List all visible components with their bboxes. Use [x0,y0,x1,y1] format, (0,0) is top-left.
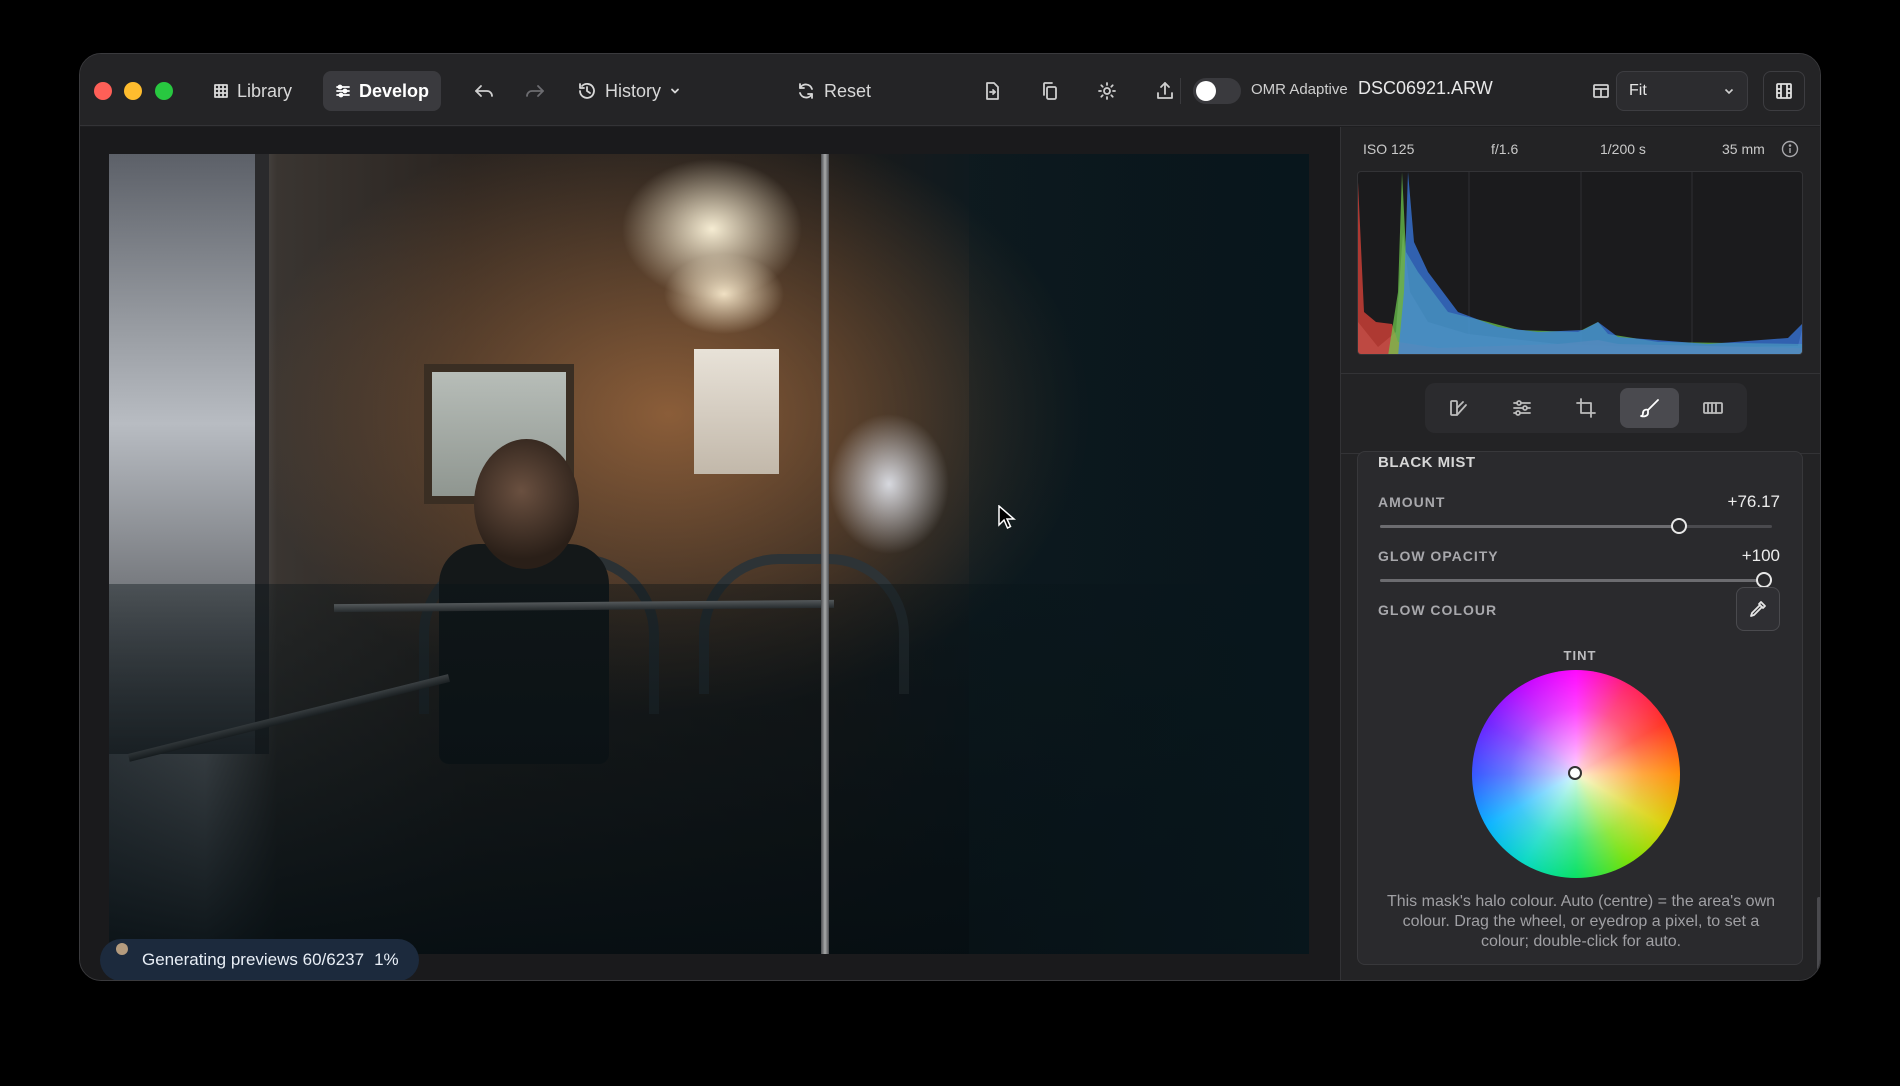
amount-value[interactable]: +76.17 [1728,492,1780,512]
film-frame-icon [1703,402,1724,414]
photo-poster [694,349,779,474]
redo-icon [526,85,544,97]
glow-opacity-slider-thumb[interactable] [1756,572,1772,588]
amount-slider-fill [1380,525,1679,528]
chevron-down-icon [1724,88,1734,95]
settings-button[interactable] [1087,71,1127,111]
panel-divider [1341,373,1820,374]
filmstrip-button[interactable] [1763,71,1805,111]
toggle-knob [1196,81,1216,101]
history-icon [579,83,595,99]
exif-shutter: 1/200 s [1600,141,1646,157]
toolbar: Library Develop History Reset OMR Adapti… [80,54,1820,126]
brush-icon [1639,399,1659,418]
exif-aperture: f/1.6 [1491,141,1519,157]
develop-tools [1425,383,1747,433]
crop-icon [1576,398,1596,418]
toolbar-divider [1180,78,1181,104]
glow-colour-help-text: This mask's halo colour. Auto (centre) =… [1386,893,1776,950]
develop-tab[interactable]: Develop [323,71,442,111]
share-icon [1157,82,1173,99]
crop-tool-button[interactable] [1556,388,1616,428]
file-import-icon [986,82,999,100]
minimize-window-button[interactable] [124,82,142,100]
tint-label: TINT [1563,648,1597,663]
history-button[interactable]: History [565,71,693,111]
zoom-select-value: Fit [1629,82,1647,99]
undo-icon [475,85,493,97]
split-view-icon [1593,84,1609,98]
amount-slider-thumb[interactable] [1670,518,1687,534]
progress-dot [116,943,128,955]
section-title: BLACK MIST [1378,454,1476,471]
histogram [1357,171,1803,355]
chevron-down-icon [671,88,679,94]
photo-pole [821,154,829,954]
presets-tool-button[interactable] [1429,388,1489,428]
film-strip-icon [1776,83,1792,99]
histogram-plot [1358,172,1802,354]
glow-opacity-label: GLOW OPACITY [1378,548,1499,564]
photo-preview[interactable] [109,154,1309,954]
app-window: Library Develop History Reset OMR Adapti… [79,53,1821,981]
exif-focal: 35 mm [1722,141,1765,157]
zoom-select[interactable]: Fit [1616,71,1748,111]
preview-progress-pill: Generating previews 60/6237 1% [100,939,419,980]
copy-button[interactable] [1030,71,1070,111]
reset-button[interactable]: Reset [784,71,883,111]
redo-button[interactable] [515,71,555,111]
import-button[interactable] [972,71,1012,111]
mouse-cursor-icon [998,504,1017,536]
omr-adaptive-toggle[interactable] [1193,78,1241,104]
progress-percent: 1% [374,950,399,969]
copy-icon [1043,82,1057,100]
presets-icon [1449,400,1467,416]
tint-wheel-handle[interactable] [1568,766,1582,780]
adjust-tool-button[interactable] [1493,388,1553,428]
amount-label: AMOUNT [1378,494,1446,510]
mask-brush-tool-button[interactable] [1619,388,1680,428]
glow-opacity-slider-fill [1380,579,1772,582]
undo-button[interactable] [464,71,504,111]
grid-icon [214,84,228,98]
photo-shadow [969,154,1309,954]
history-label: History [605,80,662,101]
progress-text: Generating previews 60/6237 [142,950,365,969]
reset-label: Reset [824,80,872,101]
exif-iso: ISO 125 [1363,141,1415,157]
photo-person-head [474,439,579,569]
develop-label: Develop [359,80,430,101]
close-window-button[interactable] [94,82,112,100]
develop-panel: ISO 125 f/1.6 1/200 s 35 mm BLACK MIST A… [1340,127,1820,980]
eyedropper-icon [1750,601,1766,617]
image-canvas[interactable]: Generating previews 60/6237 1% [80,127,1340,980]
library-label: Library [237,80,293,101]
refresh-icon [799,83,813,99]
glow-colour-label: GLOW COLOUR [1378,602,1498,618]
compare-view-button[interactable] [1581,71,1621,111]
sliders-icon [336,84,350,98]
glow-opacity-slider[interactable] [1380,572,1772,588]
library-tab[interactable]: Library [201,71,304,111]
share-button[interactable] [1145,71,1185,111]
panel-scrollbar[interactable] [1817,897,1820,980]
gear-icon [1098,82,1116,100]
histogram-blue [1398,172,1802,354]
eyedropper-button[interactable] [1736,587,1780,631]
glow-opacity-value[interactable]: +100 [1742,546,1780,566]
omr-adaptive-label: OMR Adaptive [1251,81,1348,98]
info-icon[interactable] [1781,140,1799,161]
effects-tool-button[interactable] [1683,388,1743,428]
file-name: DSC06921.ARW [1358,78,1493,98]
adjust-sliders-icon [1513,400,1532,416]
black-mist-card: BLACK MIST AMOUNT +76.17 GLOW OPACITY +1… [1357,451,1803,965]
zoom-window-button[interactable] [155,82,173,100]
amount-slider[interactable] [1380,518,1772,534]
